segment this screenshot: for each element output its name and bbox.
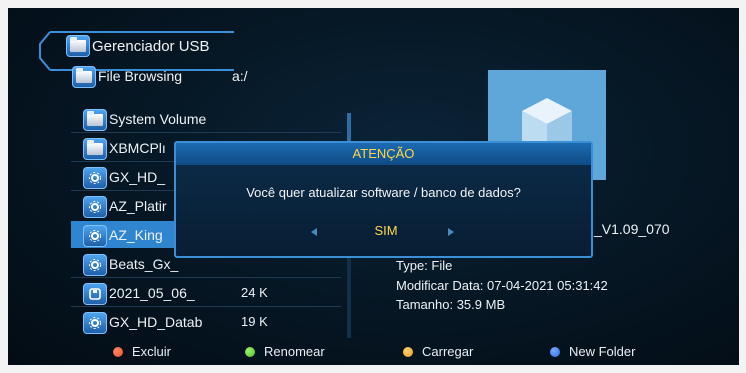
stb-screen: Gerenciador USB File Browsing a:/ System… <box>8 8 739 365</box>
path-value: a:/ <box>232 68 248 84</box>
page-title: Gerenciador USB <box>92 38 210 55</box>
blue-key-icon <box>550 346 560 357</box>
file-size-detail: Tamanho: 35.9 MB <box>396 297 506 312</box>
folder-icon <box>72 66 96 88</box>
file-size: 19 K <box>241 314 268 329</box>
footer-label: Carregar <box>422 344 474 359</box>
file-name: GX_HD_Datab <box>109 313 203 330</box>
settings-file-icon <box>83 254 107 276</box>
dialog-message: Você quer atualizar software / banco de … <box>246 185 521 200</box>
file-name: Beats_Gx_ <box>109 255 179 272</box>
folder-icon <box>83 109 107 131</box>
file-row[interactable]: GX_HD_Datab 19 K <box>71 308 341 335</box>
file-name: AZ_Platir <box>109 197 167 214</box>
footer-label: Excluir <box>132 344 172 359</box>
file-version: _V1.09_070 <box>594 221 670 237</box>
dialog-title: ATENÇÃO <box>176 143 591 165</box>
rename-button[interactable]: Renomear <box>245 344 325 359</box>
yellow-key-icon <box>403 346 413 357</box>
confirm-button[interactable]: SIM <box>356 223 416 238</box>
delete-button[interactable]: Excluir <box>113 344 171 359</box>
file-size: 24 K <box>241 285 268 300</box>
file-row[interactable]: System Volume <box>71 105 341 132</box>
settings-file-icon <box>83 167 107 189</box>
file-name: 2021_05_06_ <box>109 284 195 301</box>
folder-icon <box>83 138 107 160</box>
settings-file-icon <box>83 225 107 247</box>
file-name: XBMCPlı <box>109 139 166 156</box>
file-name: AZ_King <box>109 226 163 243</box>
settings-file-icon <box>83 312 107 334</box>
footer-bar: Excluir Renomear Carregar New Folder <box>8 340 739 365</box>
green-key-icon <box>245 346 255 357</box>
arrow-left-icon[interactable] <box>311 228 317 236</box>
arrow-right-icon[interactable] <box>448 228 454 236</box>
confirm-dialog: ATENÇÃO Você quer atualizar software / b… <box>174 141 593 258</box>
footer-label: Renomear <box>264 344 325 359</box>
load-button[interactable]: Carregar <box>403 344 473 359</box>
red-key-icon <box>113 346 123 357</box>
file-type: Type: File <box>396 258 453 273</box>
settings-file-icon <box>83 196 107 218</box>
usb-folder-icon <box>66 35 90 57</box>
disk-file-icon <box>83 283 107 305</box>
file-modified-date: Modificar Data: 07-04-2021 05:31:42 <box>396 278 608 293</box>
new-folder-button[interactable]: New Folder <box>550 344 635 359</box>
path-label: File Browsing <box>98 68 183 84</box>
file-name: GX_HD_ <box>109 168 166 185</box>
file-name: System Volume <box>109 110 207 127</box>
footer-label: New Folder <box>569 344 636 359</box>
file-row[interactable]: 2021_05_06_ 24 K <box>71 279 341 306</box>
